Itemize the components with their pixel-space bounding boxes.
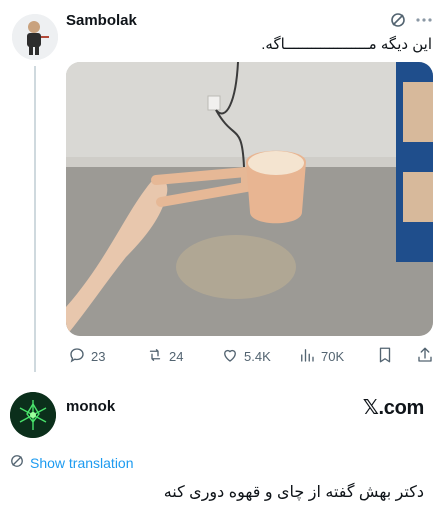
post2-username[interactable]: monok xyxy=(66,398,115,415)
bookmark-icon[interactable] xyxy=(376,346,394,364)
media-photo xyxy=(66,62,433,336)
like-count: 5.4K xyxy=(244,349,271,364)
post1-media[interactable] xyxy=(66,62,433,336)
views-icon xyxy=(298,346,316,367)
grok-icon[interactable] xyxy=(389,11,407,29)
views-count: 70K xyxy=(321,349,345,364)
brand-xcom: 𝕏.com xyxy=(362,397,425,419)
avatar-monok[interactable] xyxy=(10,392,56,438)
post1-text: این دیگه مـــــــــــــــــــاگه. xyxy=(261,36,432,53)
repost-icon xyxy=(146,346,164,367)
more-icon[interactable] xyxy=(414,11,434,29)
reply-count: 23 xyxy=(91,349,106,364)
show-translation-label: Show translation xyxy=(30,454,134,471)
post2-text: دکتر بهش گفته از چای و قهوه دوری کنه xyxy=(163,484,424,501)
repost-button[interactable]: 24 xyxy=(146,346,183,367)
post1-username[interactable]: Sambolak xyxy=(66,12,137,29)
views-button[interactable]: 70K xyxy=(298,346,344,367)
reply-button[interactable]: 23 xyxy=(68,346,105,367)
avatar-sambolak[interactable] xyxy=(12,14,58,60)
share-icon[interactable] xyxy=(416,346,434,364)
translate-icon xyxy=(10,454,24,471)
like-icon xyxy=(221,346,239,367)
repost-count: 24 xyxy=(169,349,184,364)
like-button[interactable]: 5.4K xyxy=(221,346,271,367)
thread-line xyxy=(34,66,36,372)
reply-icon xyxy=(68,346,86,367)
show-translation-link[interactable]: Show translation xyxy=(10,454,134,471)
